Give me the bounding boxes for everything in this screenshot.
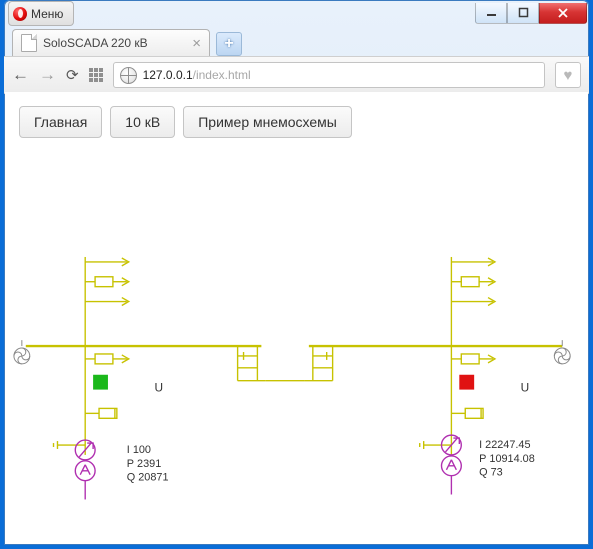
svg-text:I 22247.45: I 22247.45: [479, 439, 530, 451]
svg-text:P 10914.08: P 10914.08: [479, 453, 535, 465]
status-indicator-right: [459, 375, 474, 390]
nav-button-main[interactable]: Главная: [19, 106, 102, 138]
globe-icon: [120, 67, 137, 84]
opera-logo-icon: [13, 7, 27, 21]
readout-left: U I 100 P 2391 Q 20871: [127, 381, 169, 484]
tab-strip: SoloSCADA 220 кВ × +: [4, 27, 589, 56]
maximize-button[interactable]: [507, 3, 539, 24]
svg-text:U: U: [521, 381, 530, 395]
forward-button[interactable]: →: [39, 65, 56, 85]
close-button[interactable]: [539, 3, 587, 24]
titlebar: Меню: [4, 0, 589, 27]
minimize-icon: [486, 7, 497, 18]
svg-text:Q 20871: Q 20871: [127, 472, 169, 484]
window-controls: [475, 3, 587, 24]
back-button[interactable]: ←: [12, 65, 29, 85]
minimize-button[interactable]: [475, 3, 507, 24]
toolbar: ← → ⟳ 127.0.0.1/index.html ♥: [4, 56, 589, 94]
maximize-icon: [518, 7, 529, 18]
close-icon: [557, 7, 569, 19]
status-indicator-left: [93, 375, 108, 390]
speed-dial-button[interactable]: [89, 68, 103, 82]
nav-button-example[interactable]: Пример мнемосхемы: [183, 106, 352, 138]
page-viewport: Главная 10 кВ Пример мнемосхемы: [5, 92, 588, 544]
tab-active[interactable]: SoloSCADA 220 кВ ×: [12, 29, 210, 56]
svg-text:Q 73: Q 73: [479, 467, 503, 479]
page-icon: [21, 34, 37, 52]
url-text: 127.0.0.1/index.html: [143, 68, 251, 82]
url-host: 127.0.0.1: [143, 68, 193, 82]
address-bar[interactable]: 127.0.0.1/index.html: [113, 62, 545, 88]
browser-window: Меню SoloSCADA 220 кВ × + ← → ⟳: [4, 0, 589, 545]
nav-button-10kv[interactable]: 10 кВ: [110, 106, 175, 138]
scada-svg: U I 100 P 2391 Q 20871 U I 22247.45 P 10…: [5, 158, 588, 544]
svg-text:U: U: [154, 381, 163, 395]
new-tab-button[interactable]: +: [216, 32, 242, 56]
bookmark-button[interactable]: ♥: [555, 62, 581, 88]
tab-close-icon[interactable]: ×: [192, 36, 201, 51]
app-menu-label: Меню: [31, 7, 63, 21]
readout-right: U I 22247.45 P 10914.08 Q 73: [479, 381, 535, 479]
app-menu-button[interactable]: Меню: [8, 1, 74, 26]
mnemoscheme: U I 100 P 2391 Q 20871 U I 22247.45 P 10…: [5, 158, 588, 544]
url-path: /index.html: [193, 68, 251, 82]
svg-text:P 2391: P 2391: [127, 458, 161, 470]
svg-text:I 100: I 100: [127, 444, 151, 456]
reload-button[interactable]: ⟳: [66, 66, 79, 84]
nav-buttons: Главная 10 кВ Пример мнемосхемы: [5, 92, 588, 152]
tab-title: SoloSCADA 220 кВ: [43, 36, 148, 50]
